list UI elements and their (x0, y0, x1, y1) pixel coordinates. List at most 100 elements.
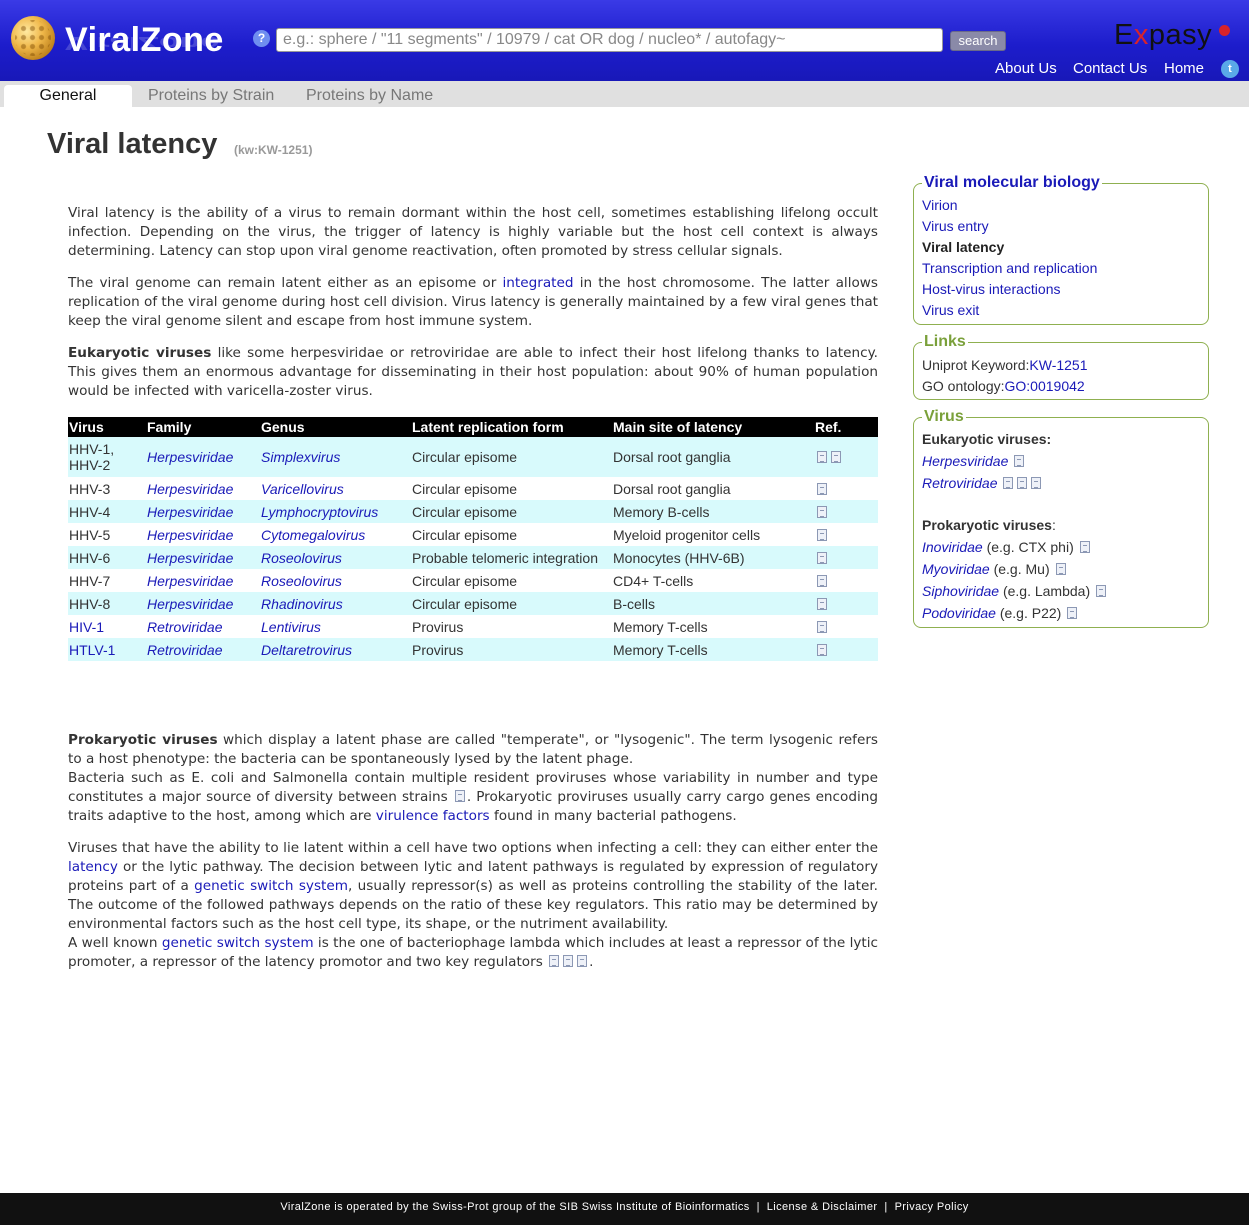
reference-icon[interactable] (454, 790, 465, 802)
cell-family-text[interactable]: Herpesviridae (147, 449, 233, 465)
tab-general[interactable]: General (4, 85, 132, 107)
molbio-item-virion[interactable]: Virion (922, 196, 958, 214)
nav-home[interactable]: Home (1164, 60, 1204, 78)
herpesviridae-link[interactable]: Herpesviridae (922, 453, 1008, 469)
cell-family[interactable]: Herpesviridae (146, 569, 260, 592)
inoviridae-link[interactable]: Inoviridae (922, 539, 983, 555)
cell-family[interactable]: Retroviridae (146, 615, 260, 638)
reference-icon[interactable] (549, 955, 560, 967)
cell-family[interactable]: Herpesviridae (146, 437, 260, 477)
integrated-link[interactable]: integrated (503, 275, 574, 291)
reference-icon[interactable] (1017, 477, 1028, 489)
reference-icon[interactable] (817, 482, 827, 495)
molbio-item-host-virus[interactable]: Host-virus interactions (922, 280, 1061, 298)
cell-genus[interactable]: Simplexvirus (260, 437, 411, 477)
footer-text: ViralZone is operated by the Swiss-Prot … (280, 1201, 750, 1213)
cell-family-text[interactable]: Herpesviridae (147, 481, 233, 497)
cell-genus-text[interactable]: Simplexvirus (261, 449, 340, 465)
cell-genus[interactable]: Cytomegalovirus (260, 523, 411, 546)
cell-family[interactable]: Herpesviridae (146, 500, 260, 523)
cell-genus[interactable]: Roseolovirus (260, 546, 411, 569)
footer-license-link[interactable]: License & Disclaimer (767, 1201, 878, 1213)
cell-genus[interactable]: Varicellovirus (260, 477, 411, 500)
genetic-switch-link-2[interactable]: genetic switch system (162, 935, 314, 951)
tab-proteins-by-name[interactable]: Proteins by Name (306, 85, 433, 107)
cell-genus-text[interactable]: Roseolovirus (261, 573, 342, 589)
reference-icon[interactable] (831, 451, 841, 463)
reference-icon[interactable] (817, 505, 827, 518)
cell-genus[interactable]: Rhadinovirus (260, 592, 411, 615)
reference-icon[interactable] (1067, 607, 1078, 619)
reference-icon[interactable] (817, 620, 827, 633)
cell-family-text[interactable]: Herpesviridae (147, 527, 233, 543)
page-title: Viral latency (47, 128, 218, 160)
reference-icon[interactable] (563, 955, 574, 967)
footer-privacy-link[interactable]: Privacy Policy (895, 1201, 969, 1213)
cell-family[interactable]: Herpesviridae (146, 523, 260, 546)
cell-genus-text[interactable]: Cytomegalovirus (261, 527, 365, 543)
cell-virus[interactable]: HTLV-1 (68, 638, 146, 661)
cell-virus-text[interactable]: HTLV-1 (69, 642, 115, 658)
cell-family[interactable]: Retroviridae (146, 638, 260, 661)
cell-genus-text[interactable]: Lentivirus (261, 619, 321, 635)
cell-family-text[interactable]: Retroviridae (147, 642, 222, 658)
reference-icon[interactable] (1003, 477, 1014, 489)
cell-virus-text[interactable]: HIV-1 (69, 619, 104, 635)
retroviridae-link[interactable]: Retroviridae (922, 475, 997, 491)
myoviridae-link[interactable]: Myoviridae (922, 561, 990, 577)
search-button[interactable]: search (950, 31, 1006, 51)
table-row: HHV-6 Herpesviridae Roseolovirus Probable t… (68, 546, 878, 569)
cell-genus[interactable]: Deltaretrovirus (260, 638, 411, 661)
siphoviridae-link[interactable]: Siphoviridae (922, 583, 999, 599)
molbio-item-virus-entry[interactable]: Virus entry (922, 217, 989, 235)
search-input[interactable] (276, 28, 943, 52)
genetic-switch-link[interactable]: genetic switch system (194, 878, 348, 894)
reference-icon[interactable] (1055, 563, 1066, 575)
nav-about-us[interactable]: About Us (995, 60, 1057, 78)
cell-virus-text: HHV-1, HHV-2 (69, 441, 115, 473)
cell-genus-text[interactable]: Lymphocryptovirus (261, 504, 378, 520)
expasy-logo[interactable]: Expasy (1114, 18, 1212, 52)
cell-family[interactable]: Herpesviridae (146, 546, 260, 569)
reference-icon[interactable] (1031, 477, 1042, 489)
reference-icon[interactable] (817, 574, 827, 587)
tab-proteins-by-strain[interactable]: Proteins by Strain (148, 85, 274, 107)
molbio-item-transcription[interactable]: Transcription and replication (922, 259, 1097, 277)
cell-family-text[interactable]: Herpesviridae (147, 550, 233, 566)
reference-icon[interactable] (1014, 455, 1025, 467)
reference-icon[interactable] (817, 551, 827, 564)
nav-contact-us[interactable]: Contact Us (1073, 60, 1147, 78)
cell-virus[interactable]: HIV-1 (68, 615, 146, 638)
cell-virus: HHV-5 (68, 523, 146, 546)
cell-family-text[interactable]: Herpesviridae (147, 573, 233, 589)
reference-icon[interactable] (1079, 541, 1090, 553)
latency-link[interactable]: latency (68, 859, 118, 875)
reference-icon[interactable] (1096, 585, 1107, 597)
cell-genus[interactable]: Lentivirus (260, 615, 411, 638)
cell-family-text[interactable]: Herpesviridae (147, 504, 233, 520)
cell-family[interactable]: Herpesviridae (146, 592, 260, 615)
cell-family-text[interactable]: Herpesviridae (147, 596, 233, 612)
viralzone-logo-icon[interactable] (11, 16, 55, 60)
cell-genus[interactable]: Lymphocryptovirus (260, 500, 411, 523)
reference-icon[interactable] (577, 955, 588, 967)
reference-icon[interactable] (817, 451, 827, 463)
virulence-factors-link[interactable]: virulence factors (376, 808, 490, 824)
help-icon[interactable]: ? (253, 30, 270, 47)
cell-site-text: Myeloid progenitor cells (613, 526, 761, 543)
cell-family-text[interactable]: Retroviridae (147, 619, 222, 635)
reference-icon[interactable] (817, 528, 827, 541)
go-ontology-link[interactable]: GO:0019042 (1005, 378, 1085, 394)
twitter-icon[interactable]: t (1221, 60, 1239, 78)
cell-genus-text[interactable]: Roseolovirus (261, 550, 342, 566)
reference-icon[interactable] (817, 643, 827, 656)
reference-icon[interactable] (817, 597, 827, 610)
cell-family[interactable]: Herpesviridae (146, 477, 260, 500)
cell-genus-text[interactable]: Deltaretrovirus (261, 642, 352, 658)
cell-genus[interactable]: Roseolovirus (260, 569, 411, 592)
podoviridae-link[interactable]: Podoviridae (922, 605, 996, 621)
uniprot-keyword-link[interactable]: KW-1251 (1029, 357, 1087, 373)
cell-genus-text[interactable]: Varicellovirus (261, 481, 344, 497)
molbio-item-virus-exit[interactable]: Virus exit (922, 301, 979, 319)
cell-genus-text[interactable]: Rhadinovirus (261, 596, 343, 612)
